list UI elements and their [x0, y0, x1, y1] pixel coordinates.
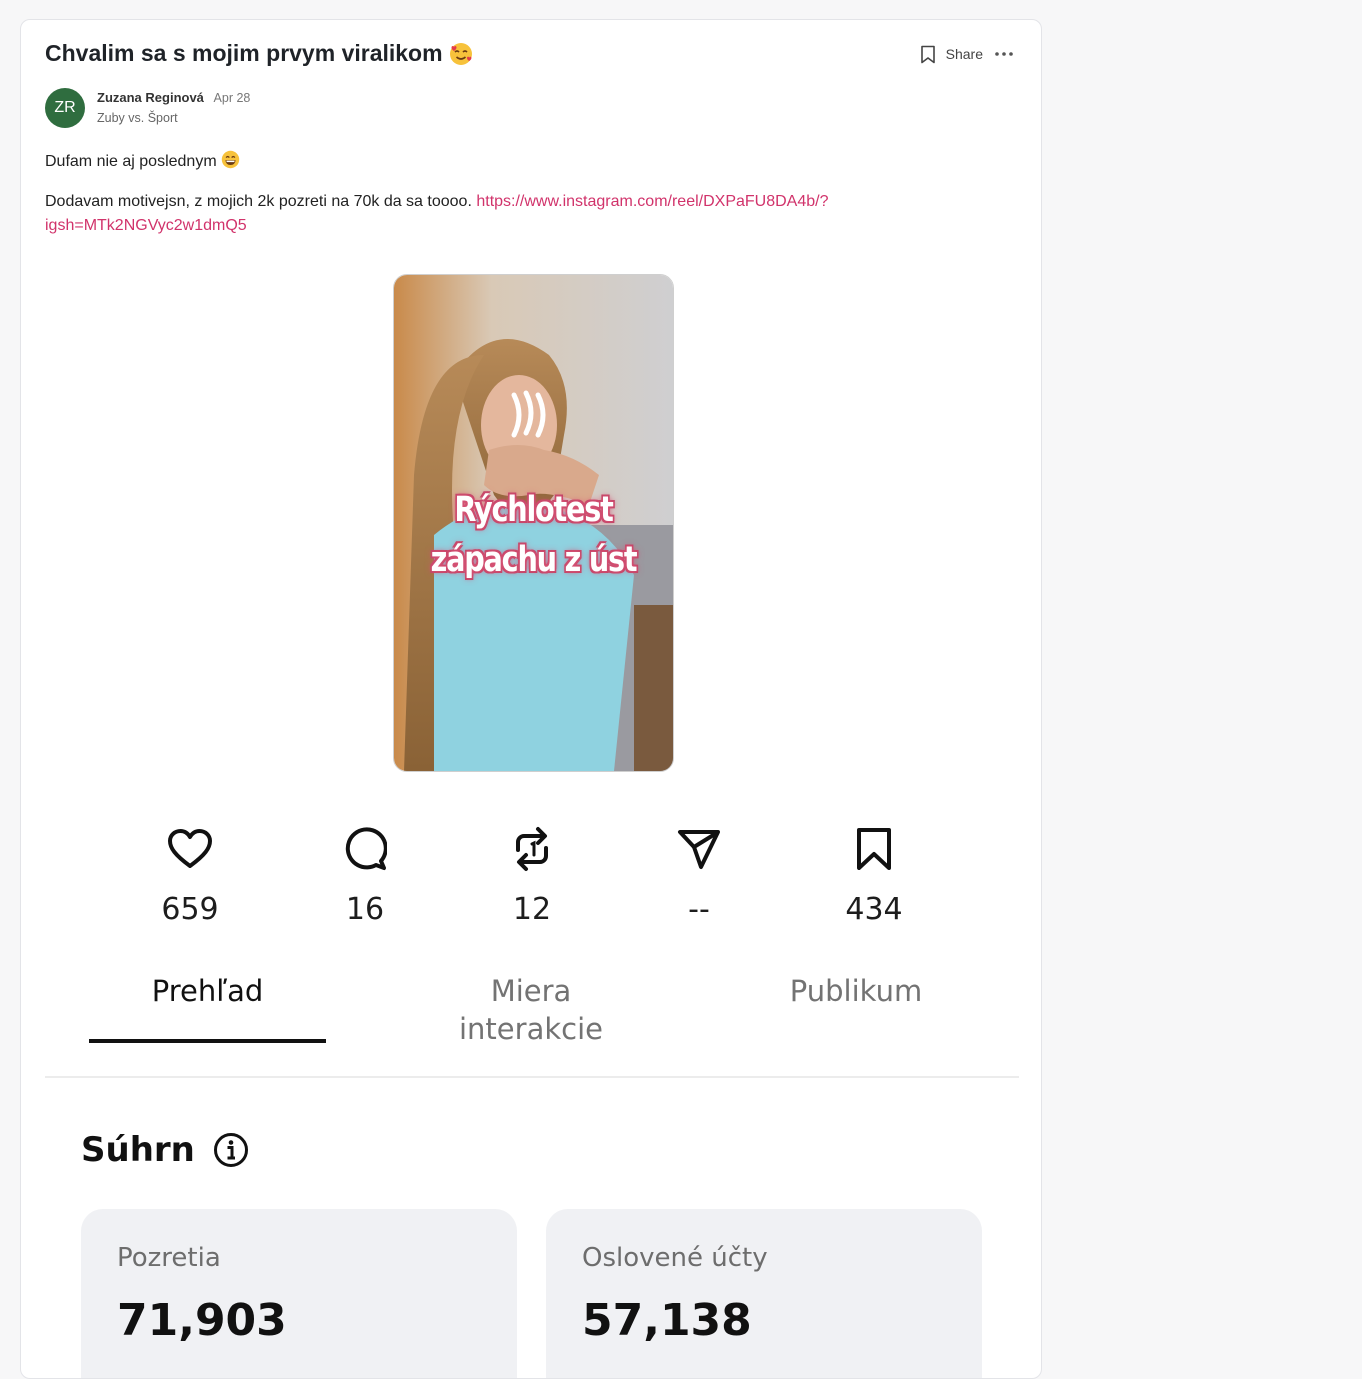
- reel-overlay-text: Rýchlotest zápachu z úst: [419, 485, 648, 585]
- metric-reach-value: 57,138: [582, 1295, 752, 1346]
- reel-overlay-line-1: Rýchlotest: [454, 490, 613, 530]
- repost-icon[interactable]: [512, 826, 552, 872]
- paragraph-1-text: Dufam nie aj poslednym: [45, 153, 217, 170]
- comments-count: 16: [345, 892, 385, 927]
- summary-header: Súhrn: [81, 1130, 249, 1170]
- post-card: Chvalim sa s mojim prvym viralikom Share…: [20, 19, 1042, 1379]
- post-title: Chvalim sa s mojim prvym viralikom: [45, 40, 473, 67]
- metric-card-views: Pozretia 71,903: [81, 1209, 517, 1378]
- bookmark-icon[interactable]: [856, 828, 892, 870]
- tab-overview[interactable]: Prehľad: [89, 972, 326, 1010]
- info-icon[interactable]: [213, 1132, 249, 1168]
- grinning-face-icon: [221, 150, 240, 169]
- post-actions: Share: [920, 44, 1015, 64]
- metric-reach-label: Oslovené účty: [582, 1243, 768, 1273]
- post-date: Apr 28: [213, 91, 251, 105]
- save-button[interactable]: [814, 826, 934, 872]
- metric-card-reach: Oslovené účty 57,138: [546, 1209, 982, 1378]
- saves-count: 434: [845, 892, 903, 927]
- reel-overlay-line-2: zápachu z úst: [430, 540, 638, 580]
- paragraph-2-text: Dodavam motivejsn, z mojich 2k pozreti n…: [45, 193, 472, 210]
- reel-thumbnail[interactable]: Rýchlotest zápachu z úst: [393, 274, 674, 772]
- engagement-stats: 659 16 12 -- 434: [21, 826, 1041, 936]
- summary-title: Súhrn: [81, 1130, 195, 1170]
- post-paragraph-1: Dufam nie aj poslednym: [45, 150, 945, 174]
- comment-button[interactable]: [305, 826, 425, 872]
- community-name[interactable]: Zuby vs. Šport: [97, 111, 250, 125]
- post-title-text: Chvalim sa s mojim prvym viralikom: [45, 40, 443, 66]
- post-author: ZR Zuzana Reginová Apr 28 Zuby vs. Šport: [45, 88, 250, 128]
- like-button[interactable]: [130, 826, 250, 872]
- likes-count: 659: [161, 892, 219, 927]
- tab-audience[interactable]: Publikum: [761, 972, 951, 1010]
- author-name[interactable]: Zuzana Reginová: [97, 90, 204, 105]
- stat-reposts: 12: [472, 826, 592, 927]
- reposts-count: 12: [512, 892, 552, 927]
- heart-icon[interactable]: [167, 829, 213, 869]
- metric-views-label: Pozretia: [117, 1243, 221, 1273]
- comment-icon[interactable]: [343, 827, 387, 871]
- smiling-face-with-hearts-icon: [449, 42, 472, 65]
- stat-shares: --: [639, 826, 759, 927]
- avatar[interactable]: ZR: [45, 88, 85, 128]
- active-tab-indicator: [89, 1039, 326, 1043]
- tab-engagement-rate[interactable]: Miera interakcie: [441, 972, 621, 1048]
- more-options-button[interactable]: [993, 44, 1015, 64]
- more-icon[interactable]: [994, 51, 1014, 57]
- tabs-divider: [45, 1076, 1019, 1078]
- stat-saves: 434: [814, 826, 934, 927]
- repost-button[interactable]: [472, 826, 592, 872]
- share-button[interactable]: Share: [920, 45, 983, 64]
- shares-count: --: [688, 892, 710, 927]
- author-meta: Zuzana Reginová Apr 28 Zuby vs. Šport: [97, 88, 250, 125]
- author-line: Zuzana Reginová Apr 28: [97, 90, 250, 105]
- send-icon[interactable]: [677, 828, 721, 870]
- stat-comments: 16: [305, 826, 425, 927]
- stat-likes: 659: [130, 826, 250, 927]
- metric-views-value: 71,903: [117, 1295, 287, 1346]
- post-paragraph-2: Dodavam motivejsn, z mojich 2k pozreti n…: [45, 190, 945, 238]
- send-button[interactable]: [639, 826, 759, 872]
- share-label[interactable]: Share: [946, 46, 983, 62]
- bookmark-icon[interactable]: [920, 45, 936, 64]
